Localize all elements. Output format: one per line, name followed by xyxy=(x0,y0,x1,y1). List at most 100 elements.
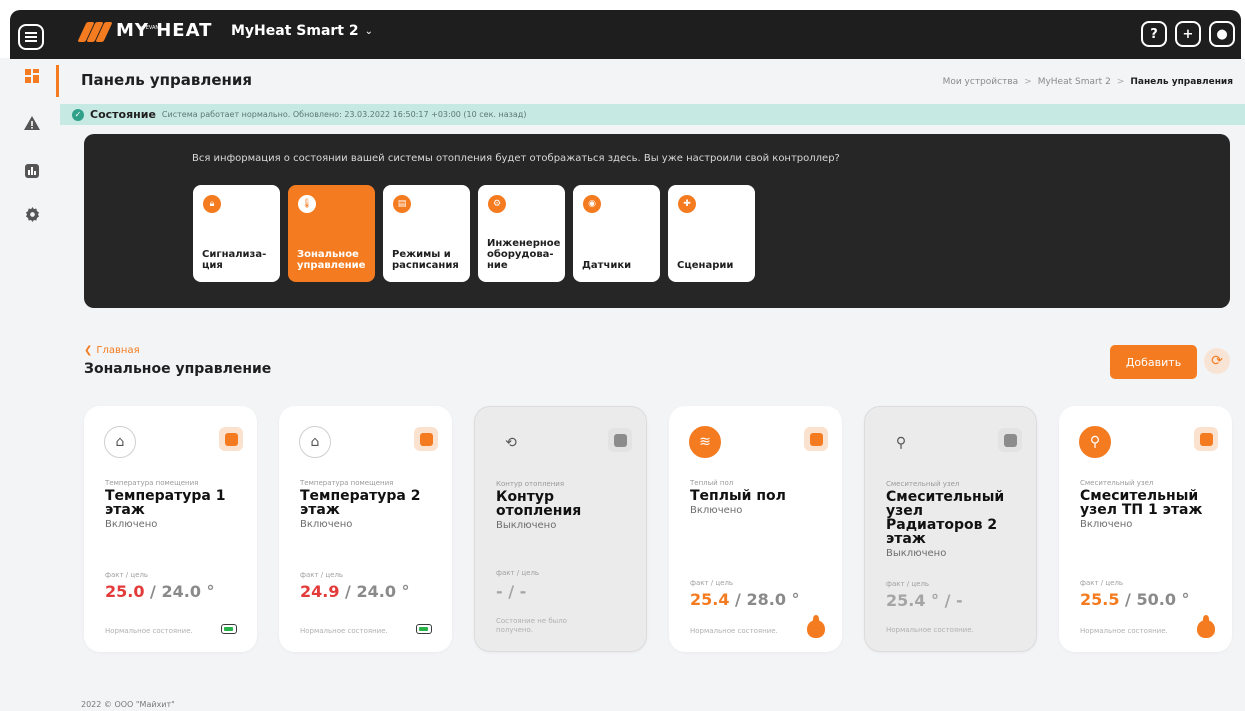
mixing-valve-icon: ⚲ xyxy=(1079,426,1111,458)
footer: 2022 © ООО "Майхит" xyxy=(81,700,175,709)
zone-card[interactable]: ⚲ Смесительный узел Смесительный узел Ра… xyxy=(864,406,1037,652)
zone-type: Контур отопления xyxy=(496,480,565,488)
zone-name: Температура 2 этаж Включено xyxy=(300,489,440,531)
zone-status-text: Нормальное состояние. xyxy=(1080,627,1168,635)
puzzle-icon: ✚ xyxy=(678,195,696,213)
tile-sensors[interactable]: ◉ Датчики xyxy=(573,185,660,282)
add-button[interactable]: Добавить xyxy=(1110,345,1197,379)
stats-icon[interactable] xyxy=(219,427,243,451)
zone-status-text: Нормальное состояние. xyxy=(886,626,974,634)
back-link[interactable]: ❮ Главная xyxy=(84,345,140,356)
lock-icon: 🔒︎ xyxy=(203,195,221,213)
flame-icon xyxy=(807,615,825,638)
zone-name: Температура 1 этаж Включено xyxy=(105,489,245,531)
stats-icon[interactable] xyxy=(998,428,1022,452)
tile-label: Инженерное оборудова- ние xyxy=(487,238,561,271)
stats-icon[interactable] xyxy=(414,427,438,451)
zone-type: Температура помещения xyxy=(105,479,199,487)
dashboard-icon[interactable] xyxy=(24,68,40,84)
chevron-down-icon: ⌄ xyxy=(364,25,374,37)
gear-icon: ⚙︎ xyxy=(488,195,506,213)
alert-icon[interactable] xyxy=(24,115,40,131)
fact-target-label: факт / цель xyxy=(886,580,930,588)
info-panel: Вся информация о состоянии вашей системы… xyxy=(84,134,1230,308)
check-icon: ✓ xyxy=(72,108,84,121)
zone-status-text: Нормальное состояние. xyxy=(690,627,778,635)
breadcrumb-separator: > xyxy=(1116,77,1125,87)
zone-state: Выключено xyxy=(496,520,557,531)
zone-card[interactable]: ⚲ Смесительный узел Смесительный узел ТП… xyxy=(1059,406,1232,652)
thermometer-icon: 🌡︎ xyxy=(298,195,316,213)
breadcrumb-separator: > xyxy=(1024,77,1032,87)
tile-modes[interactable]: ▤ Режимы и расписания xyxy=(383,185,470,282)
battery-icon xyxy=(416,624,432,634)
fact-target-label: факт / цель xyxy=(690,579,734,587)
status-title: Состояние xyxy=(90,108,156,121)
zone-card[interactable]: ⟲ Контур отопления Контур отопления Выклю… xyxy=(474,406,647,652)
zone-type: Теплый пол xyxy=(690,479,734,487)
stats-icon[interactable] xyxy=(24,163,40,179)
status-bar: ✓ Состояние Система работает нормально. … xyxy=(60,104,1245,125)
zone-cards: ⌂ Температура помещения Температура 1 эт… xyxy=(84,406,1232,652)
tiles: 🔒︎ Сигнализа- ция 🌡︎ Зональное управлени… xyxy=(193,185,755,282)
zone-type: Смесительный узел xyxy=(886,480,960,488)
zone-status-text: Нормальное состояние. xyxy=(105,627,193,635)
fact-target-values: 25.5 / 50.0 ° xyxy=(1080,590,1190,609)
profile-icon[interactable]: ● xyxy=(1209,21,1235,47)
sidebar xyxy=(0,58,60,711)
fact-target-label: факт / цель xyxy=(105,571,149,579)
zone-card[interactable]: ⌂ Температура помещения Температура 1 эт… xyxy=(84,406,257,652)
tile-label: Датчики xyxy=(582,260,632,271)
tile-equipment[interactable]: ⚙︎ Инженерное оборудова- ние xyxy=(478,185,565,282)
battery-icon xyxy=(221,624,237,634)
tile-label: Сигнализа- ция xyxy=(202,249,267,271)
status-text: Система работает нормально. Обновлено: 2… xyxy=(161,110,527,119)
tile-label: Зональное управление xyxy=(297,249,366,271)
zone-state: Включено xyxy=(1080,519,1133,530)
page-title: Панель управления xyxy=(81,71,253,89)
tile-alarm[interactable]: 🔒︎ Сигнализа- ция xyxy=(193,185,280,282)
chevron-left-icon: ❮ xyxy=(84,345,93,356)
active-indicator xyxy=(56,65,59,97)
breadcrumb-item[interactable]: Мои устройства xyxy=(943,77,1019,87)
breadcrumb-item[interactable]: MyHeat Smart 2 xyxy=(1038,77,1111,87)
logo-text: MY HEAT by EVAN xyxy=(116,20,213,41)
fact-target-values: - / - xyxy=(496,582,527,601)
zone-status-text: Состояние не было получено. xyxy=(496,617,567,634)
add-user-icon[interactable]: + xyxy=(1175,21,1201,47)
fact-target-label: факт / цель xyxy=(496,569,540,577)
settings-icon[interactable] xyxy=(24,206,40,222)
stats-icon[interactable] xyxy=(608,428,632,452)
zone-card[interactable]: ⌂ Температура помещения Температура 2 эт… xyxy=(279,406,452,652)
back-link-label: Главная xyxy=(96,345,140,356)
logo-mark-icon xyxy=(77,20,113,42)
fact-target-label: факт / цель xyxy=(300,571,344,579)
top-icons: ? + ● xyxy=(1141,21,1235,47)
zone-name: Контур отопления Выключено xyxy=(496,490,634,532)
tile-scenarios[interactable]: ✚ Сценарии xyxy=(668,185,755,282)
tile-zone-control[interactable]: 🌡︎ Зональное управление xyxy=(288,185,375,282)
logo[interactable]: MY HEAT by EVAN xyxy=(77,18,213,44)
zone-state: Выключено xyxy=(886,548,947,559)
fact-target-values: 25.0 / 24.0 ° xyxy=(105,582,215,601)
home-icon: ⌂ xyxy=(104,426,136,458)
zone-name: Смесительный узел ТП 1 этаж Включено xyxy=(1080,489,1220,531)
refresh-icon[interactable]: ⟳ xyxy=(1204,348,1230,374)
zone-card[interactable]: ≋ Теплый пол Теплый пол Включено факт / ц… xyxy=(669,406,842,652)
fact-target-values: 24.9 / 24.0 ° xyxy=(300,582,410,601)
circulation-icon: ⟲ xyxy=(505,435,517,451)
zone-name: Смесительный узел Радиаторов 2 этаж Выклю… xyxy=(886,490,1024,560)
help-icon[interactable]: ? xyxy=(1141,21,1167,47)
section-title: Зональное управление xyxy=(84,361,272,377)
stats-icon[interactable] xyxy=(804,427,828,451)
menu-icon[interactable] xyxy=(18,24,44,50)
tile-label: Сценарии xyxy=(677,260,734,271)
breadcrumb: Мои устройства > MyHeat Smart 2 > Панель… xyxy=(943,77,1233,87)
zone-state: Включено xyxy=(105,519,158,530)
info-text: Вся информация о состоянии вашей системы… xyxy=(192,153,840,164)
zone-type: Температура помещения xyxy=(300,479,394,487)
floor-heating-icon: ≋ xyxy=(689,426,721,458)
stats-icon[interactable] xyxy=(1194,427,1218,451)
fact-target-label: факт / цель xyxy=(1080,579,1124,587)
device-selector[interactable]: MyHeat Smart 2 ⌄ xyxy=(231,23,373,39)
